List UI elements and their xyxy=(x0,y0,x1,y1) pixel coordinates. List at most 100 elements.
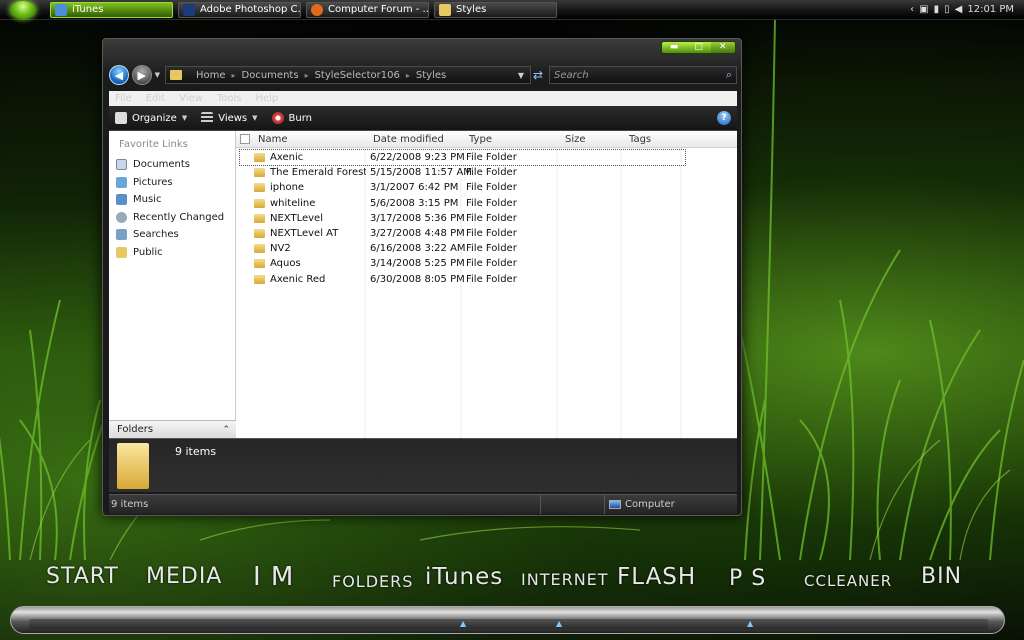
sidebar-item-recently-changed[interactable]: Recently Changed xyxy=(109,209,235,227)
views-icon xyxy=(201,112,214,124)
dock-item-label: P S xyxy=(729,566,767,591)
status-bar: 9 items Computer xyxy=(109,494,737,514)
file-row-nextlevel-at[interactable]: NEXTLevel AT 3/27/2008 4:48 PM File Fold… xyxy=(236,226,737,241)
folders-label: Folders xyxy=(117,424,154,435)
dock-item-itunes[interactable]: iTunes xyxy=(425,564,503,590)
file-name: Aquos xyxy=(270,258,301,270)
sidebar-item-music[interactable]: Music xyxy=(109,191,235,209)
organize-label: Organize xyxy=(132,112,177,124)
file-row-emerald-forest[interactable]: The Emerald Forest 5/15/2008 11:57 AM Fi… xyxy=(236,165,737,180)
dock-item-im[interactable]: I M xyxy=(253,562,294,592)
organize-button[interactable]: Organize ▼ xyxy=(115,112,187,124)
breadcrumb-separator-icon[interactable]: ▸ xyxy=(232,71,236,80)
forward-button[interactable]: ▶ xyxy=(131,65,152,85)
help-icon[interactable]: ? xyxy=(717,111,731,125)
menu-help[interactable]: Help xyxy=(255,93,278,104)
breadcrumb-documents[interactable]: Documents xyxy=(242,70,299,81)
burn-button[interactable]: Burn xyxy=(271,112,313,124)
sidebar-item-pictures[interactable]: Pictures xyxy=(109,174,235,192)
power-icon[interactable]: ▯ xyxy=(944,4,950,15)
dock-item-start[interactable]: START xyxy=(46,564,119,589)
breadcrumb-separator-icon[interactable]: ▸ xyxy=(406,71,410,80)
folder-icon xyxy=(254,153,265,163)
menu-edit[interactable]: Edit xyxy=(146,93,165,104)
explorer-window: ▬ □ ✕ ◀ ▶ ▼ Home ▸ Documents ▸ StyleSele… xyxy=(102,38,742,516)
dock-item-bin[interactable]: BIN xyxy=(921,564,962,589)
views-button[interactable]: Views ▼ xyxy=(201,112,258,124)
minimize-button[interactable]: ▬ xyxy=(662,42,686,53)
views-label: Views xyxy=(218,112,248,124)
column-name[interactable]: Name xyxy=(254,134,369,145)
breadcrumb-home[interactable]: Home xyxy=(196,70,226,81)
taskbar-item-firefox[interactable]: Computer Forum - ... xyxy=(306,1,429,18)
start-orb-icon[interactable] xyxy=(10,0,36,19)
dock-shelf-base xyxy=(29,619,988,629)
dock-item-folders[interactable]: FOLDERS xyxy=(332,572,413,591)
searches-icon xyxy=(116,229,127,241)
dock-item-flash[interactable]: FLASH xyxy=(617,564,696,590)
itunes-icon xyxy=(55,3,67,16)
burn-disc-icon xyxy=(271,112,284,124)
file-row-axenic[interactable]: Axenic 6/22/2008 9:23 PM File Folder xyxy=(239,148,686,167)
file-row-iphone[interactable]: iphone 3/1/2007 6:42 PM File Folder xyxy=(236,180,737,195)
taskbar-item-photoshop[interactable]: Adobe Photoshop C... xyxy=(178,1,301,18)
taskbar-item-styles[interactable]: Styles xyxy=(434,1,557,18)
burn-label: Burn xyxy=(288,112,313,124)
breadcrumb-separator-icon[interactable]: ▸ xyxy=(305,71,309,80)
close-button[interactable]: ✕ xyxy=(710,42,735,53)
file-date: 5/15/2008 11:57 AM xyxy=(370,167,472,179)
file-date: 6/16/2008 3:22 AM xyxy=(370,243,466,255)
folders-toggle[interactable]: Folders ⌃ xyxy=(109,420,236,438)
file-row-nextlevel[interactable]: NEXTLevel 3/17/2008 5:36 PM File Folder xyxy=(236,211,737,226)
maximize-button[interactable]: □ xyxy=(686,42,710,53)
show-hidden-icons-button[interactable]: ‹ xyxy=(910,4,914,15)
firefox-icon xyxy=(311,3,323,16)
dock-item-media[interactable]: MEDIA xyxy=(146,564,222,589)
taskbar-item-label: iTunes xyxy=(72,4,104,15)
dock-shelf: ▲ ▲ ▲ xyxy=(10,606,1005,634)
menu-tools[interactable]: Tools xyxy=(217,93,242,104)
column-size[interactable]: Size xyxy=(561,134,625,145)
address-bar[interactable]: Home ▸ Documents ▸ StyleSelector106 ▸ St… xyxy=(164,66,531,84)
sidebar-item-documents[interactable]: Documents xyxy=(109,156,235,174)
refresh-icon[interactable]: ⇄ xyxy=(533,68,543,82)
volume-icon[interactable]: ◀ xyxy=(955,4,963,15)
search-input[interactable]: Search ⌕ xyxy=(549,66,737,84)
back-button[interactable]: ◀ xyxy=(109,65,129,85)
column-tags[interactable]: Tags xyxy=(625,134,685,145)
dock-item-internet[interactable]: INTERNET xyxy=(521,570,609,589)
file-row-axenic-red[interactable]: Axenic Red 6/30/2008 8:05 PM File Folder xyxy=(236,272,737,287)
favorite-links-heading: Favorite Links xyxy=(119,139,188,150)
column-type[interactable]: Type xyxy=(465,134,561,145)
file-name: iphone xyxy=(270,182,305,194)
battery-icon[interactable]: ▮ xyxy=(934,4,940,15)
menu-file[interactable]: File xyxy=(115,93,132,104)
file-type: File Folder xyxy=(466,152,517,164)
breadcrumb-styles[interactable]: Styles xyxy=(416,70,446,81)
file-name: Axenic Red xyxy=(270,273,326,285)
sidebar-item-label: Music xyxy=(133,194,162,206)
folder-icon xyxy=(254,198,265,208)
file-row-aquos[interactable]: Aquos 3/14/2008 5:25 PM File Folder xyxy=(236,256,737,271)
breadcrumb-styleselector[interactable]: StyleSelector106 xyxy=(315,70,400,81)
recent-pages-dropdown-icon[interactable]: ▼ xyxy=(155,71,160,79)
network-icon[interactable]: ▣ xyxy=(919,4,928,15)
search-placeholder: Search xyxy=(554,69,589,81)
dock-item-ccleaner[interactable]: CCLEANER xyxy=(804,572,892,590)
file-row-nv2[interactable]: NV2 6/16/2008 3:22 AM File Folder xyxy=(236,241,737,256)
chevron-up-icon: ⌃ xyxy=(222,424,230,435)
select-all-checkbox[interactable] xyxy=(240,134,250,144)
clock[interactable]: 12:01 PM xyxy=(967,4,1014,15)
menu-view[interactable]: View xyxy=(179,93,203,104)
address-dropdown-icon[interactable]: ▼ xyxy=(518,71,524,80)
taskbar-item-itunes[interactable]: iTunes xyxy=(50,1,173,18)
sidebar-item-public[interactable]: Public xyxy=(109,244,235,262)
sidebar-item-searches[interactable]: Searches xyxy=(109,226,235,244)
search-icon[interactable]: ⌕ xyxy=(726,68,732,82)
file-type: File Folder xyxy=(466,197,517,209)
folder-icon xyxy=(254,259,265,269)
column-date-modified[interactable]: Date modified xyxy=(369,134,465,145)
dock-item-ps[interactable]: P S xyxy=(729,566,766,591)
file-name: NEXTLevel xyxy=(270,212,323,224)
file-row-whiteline[interactable]: whiteline 5/6/2008 3:15 PM File Folder xyxy=(236,196,737,211)
